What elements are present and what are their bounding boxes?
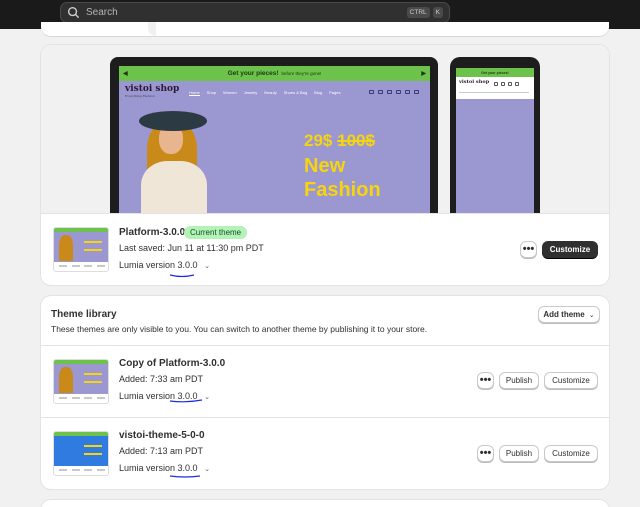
customize-button[interactable]: Customize: [544, 372, 598, 389]
nav-home: Home: [189, 90, 200, 96]
header-icons: [369, 90, 419, 94]
previous-card-edge: [41, 22, 609, 36]
store-logo: vistoi shop Everything Fashion: [125, 84, 179, 98]
announcement-text: Get your pieces!: [227, 70, 279, 77]
announcement-bar: ◀ Get your pieces! before they're gone! …: [119, 66, 430, 81]
customize-button[interactable]: Customize: [544, 445, 598, 462]
cart-icon: [414, 90, 419, 94]
nav-beauty: Beauty: [264, 90, 277, 95]
version-label: Lumia version: [119, 260, 176, 270]
nav-jewelry: Jewelry: [243, 90, 258, 95]
hero-price: 29$ 100$: [304, 131, 375, 151]
hero-model-hat: [139, 111, 207, 131]
version-value: 3.0.0: [177, 260, 198, 270]
customize-button[interactable]: Customize: [542, 241, 598, 258]
more-icon: •••: [522, 243, 535, 255]
store-nav: Home Shop Women Jewelry Beauty Shoes & B…: [189, 90, 340, 96]
current-theme-thumbnail: [53, 227, 109, 272]
chevron-down-icon: ⌄: [588, 311, 595, 319]
hero-price-new: 29$: [304, 131, 333, 150]
more-actions-button[interactable]: •••: [477, 372, 494, 389]
chevron-down-icon: ⌄: [204, 263, 210, 270]
more-actions-button[interactable]: •••: [477, 445, 494, 462]
theme-preview[interactable]: ◀ Get your pieces! before they're gone! …: [41, 45, 609, 213]
version-selector[interactable]: Lumia version 3.0.0 ⌄: [119, 463, 210, 473]
search-placeholder: Search: [86, 7, 118, 18]
compare-icon: [378, 90, 383, 94]
announcement-subtext: before they're gone!: [281, 71, 322, 76]
more-icon: •••: [479, 374, 492, 386]
divider: [41, 213, 609, 214]
hero-price-old: 100$: [337, 131, 375, 150]
theme-library-title: Theme library: [51, 309, 117, 320]
mobile-screen: Get your pieces! vistoi shop: [456, 68, 534, 213]
more-actions-button[interactable]: •••: [520, 241, 537, 258]
add-theme-label: Add theme: [543, 310, 585, 319]
current-theme-name: Platform-3.0.0: [119, 227, 186, 238]
last-saved-text: Last saved: Jun 11 at 11:30 pm PDT: [119, 243, 264, 253]
hero-line-1: New: [304, 155, 346, 177]
divider: [41, 417, 609, 418]
mobile-header: vistoi shop: [456, 77, 534, 99]
chevron-right-icon: ▶: [421, 71, 426, 77]
current-theme-badge: Current theme: [184, 226, 248, 239]
heart-icon: [405, 90, 410, 94]
current-theme-card: ◀ Get your pieces! before they're gone! …: [41, 45, 609, 285]
theme-library-card: Theme library These themes are only visi…: [41, 296, 609, 489]
chevron-left-icon: ◀: [123, 71, 128, 77]
annotation-underline: [169, 475, 201, 478]
theme-added: Added: 7:33 am PDT: [119, 374, 204, 384]
nav-blog: Blog: [314, 90, 323, 95]
nav-pages: Pages: [329, 90, 341, 95]
hero-heading: New Fashion: [304, 154, 381, 202]
hero-model-top: [141, 161, 207, 213]
search-icon: [494, 82, 498, 86]
search-icon: [67, 6, 80, 19]
cart-icon: [515, 82, 519, 86]
annotation-underline: [169, 274, 195, 278]
account-icon: [387, 90, 392, 94]
heart-icon: [508, 82, 512, 86]
desktop-screen: ◀ Get your pieces! before they're gone! …: [119, 66, 430, 213]
version-selector[interactable]: Lumia version 3.0.0 ⌄: [119, 260, 210, 270]
hero-line-2: Fashion: [304, 179, 381, 201]
shortcut-k: K: [432, 7, 443, 18]
mobile-announcement: Get your pieces!: [456, 68, 534, 77]
nav-women: Women: [223, 90, 237, 95]
next-card-edge: [41, 500, 609, 507]
version-label: Lumia version: [119, 391, 176, 401]
theme-name: vistoi-theme-5-0-0: [119, 430, 205, 441]
nav-shop: Shop: [206, 90, 217, 95]
publish-button[interactable]: Publish: [499, 445, 539, 462]
wishlist-icon: [396, 90, 401, 94]
store-logo-text: vistoi shop: [125, 84, 180, 94]
store-logo-tagline: Everything Fashion: [125, 94, 155, 98]
theme-thumbnail: [53, 431, 109, 476]
theme-thumbnail: [53, 359, 109, 404]
divider: [41, 345, 609, 346]
chevron-down-icon: ⌄: [204, 394, 210, 401]
version-value: 3.0.0: [177, 463, 198, 473]
more-icon: •••: [479, 447, 492, 459]
search-icon: [369, 90, 374, 94]
theme-name: Copy of Platform-3.0.0: [119, 358, 226, 369]
theme-added: Added: 7:13 am PDT: [119, 446, 204, 456]
mobile-announcement-text: Get your pieces!: [481, 70, 509, 75]
publish-button[interactable]: Publish: [499, 372, 539, 389]
search-bar[interactable]: Search CTRL K: [60, 2, 450, 23]
mobile-logo: vistoi shop: [459, 79, 490, 85]
account-icon: [501, 82, 505, 86]
version-label: Lumia version: [119, 463, 176, 473]
chevron-down-icon: ⌄: [204, 466, 210, 473]
theme-library-description: These themes are only visible to you. Yo…: [51, 324, 428, 334]
shortcut-ctrl: CTRL: [406, 7, 430, 18]
add-theme-button[interactable]: Add theme ⌄: [538, 306, 600, 323]
annotation-underline: [169, 399, 203, 403]
nav-shoes-bag: Shoes & Bag: [283, 90, 308, 95]
